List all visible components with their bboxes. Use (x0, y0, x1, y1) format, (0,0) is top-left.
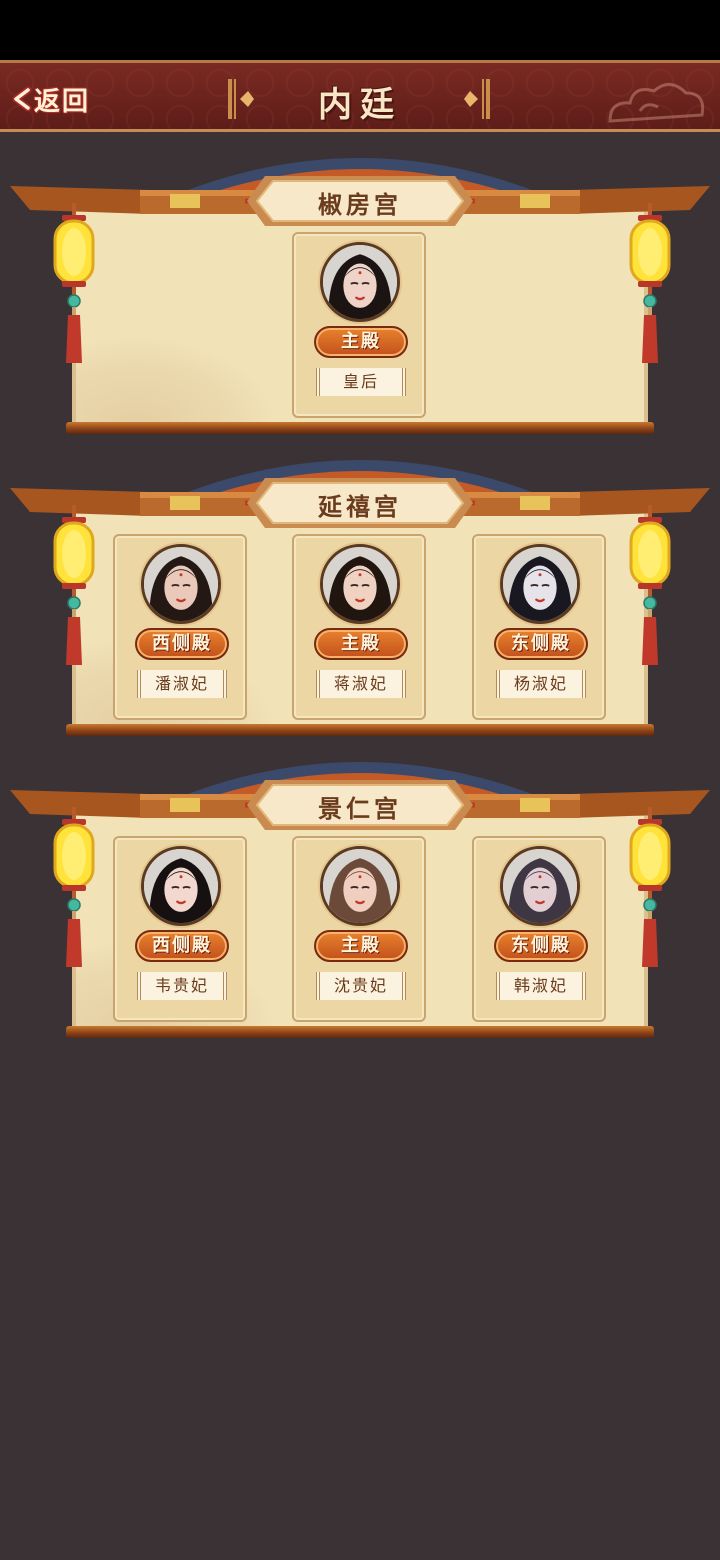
back-label: 返回 (34, 86, 91, 117)
consort-avatar (141, 544, 221, 624)
lantern-icon (52, 203, 96, 373)
back-button[interactable]: 返回 (8, 79, 104, 119)
consort-avatar (320, 846, 400, 926)
hall-badge: 主殿 (314, 326, 408, 358)
hall-badge: 东侧殿 (494, 930, 588, 962)
hall-badge: 主殿 (314, 628, 408, 660)
consort-slot[interactable]: 主殿 蒋淑妃 (292, 534, 426, 720)
cloud-ornament (608, 83, 705, 123)
palace-name: 景仁宫 (318, 794, 402, 823)
consort-slot[interactable]: 主殿 皇后 (292, 232, 426, 418)
consort-name: 皇后 (316, 368, 406, 396)
palace-panel: 椒房宫 主殿 皇后 (0, 148, 720, 448)
hall-badge: 东侧殿 (494, 628, 588, 660)
palace-panel: 延禧宫 西侧殿 潘淑妃 主殿 蒋淑妃 东侧殿 杨淑妃 (0, 450, 720, 750)
consort-avatar (320, 544, 400, 624)
lantern-icon (628, 203, 672, 373)
consort-name: 蒋淑妃 (316, 670, 406, 698)
palace-name: 椒房宫 (318, 190, 402, 219)
scroll-rod (66, 724, 654, 736)
hall-badge: 主殿 (314, 930, 408, 962)
consort-name: 潘淑妃 (137, 670, 227, 698)
consort-slot[interactable]: 西侧殿 韦贵妃 (113, 836, 247, 1022)
hall-badge: 西侧殿 (135, 628, 229, 660)
consort-slot[interactable]: 东侧殿 韩淑妃 (472, 836, 606, 1022)
hall-badge: 西侧殿 (135, 930, 229, 962)
lantern-icon (628, 807, 672, 977)
lantern-icon (52, 505, 96, 675)
lantern-icon (628, 505, 672, 675)
page-title: 内廷 (318, 85, 402, 125)
palace-panel: 景仁宫 西侧殿 韦贵妃 主殿 沈贵妃 东侧殿 韩淑妃 (0, 752, 720, 1052)
consort-avatar (500, 544, 580, 624)
lantern-icon (52, 807, 96, 977)
consort-slot[interactable]: 主殿 沈贵妃 (292, 836, 426, 1022)
consort-avatar (141, 846, 221, 926)
consort-avatar (500, 846, 580, 926)
consort-avatar (320, 242, 400, 322)
title-ornament-left (228, 79, 254, 119)
title-ornament-right (464, 79, 490, 119)
consort-name: 杨淑妃 (496, 670, 586, 698)
chevron-left-icon (12, 86, 32, 112)
consort-name: 韩淑妃 (496, 972, 586, 1000)
consort-name: 韦贵妃 (137, 972, 227, 1000)
palace-name: 延禧宫 (318, 492, 402, 521)
consort-slot[interactable]: 东侧殿 杨淑妃 (472, 534, 606, 720)
scroll-rod (66, 422, 654, 434)
consort-slot[interactable]: 西侧殿 潘淑妃 (113, 534, 247, 720)
status-bar (0, 0, 720, 60)
cloud-pattern (76, 336, 276, 426)
scroll-rod (66, 1026, 654, 1038)
consort-name: 沈贵妃 (316, 972, 406, 1000)
header-bar: 返回 内廷 (0, 60, 720, 132)
